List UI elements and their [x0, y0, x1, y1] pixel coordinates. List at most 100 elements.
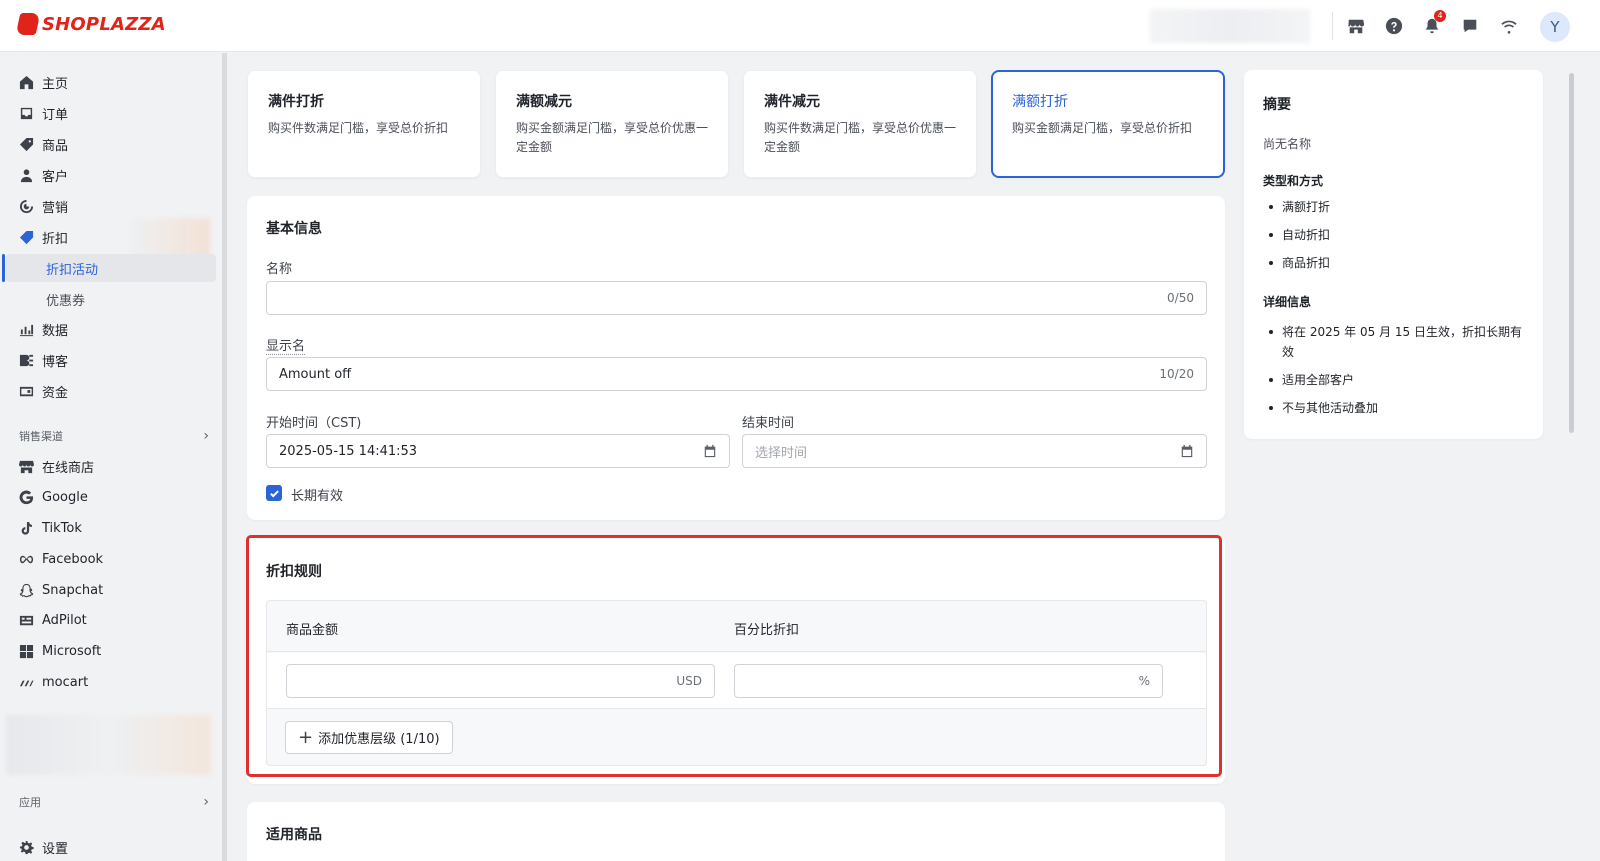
sidebar-item-label: 在线商店	[42, 460, 95, 476]
sales-channels-header[interactable]: 销售渠道 ›	[19, 428, 209, 444]
discount-type-desc: 购买金额满足门槛，享受总价优惠一定金额	[516, 121, 709, 154]
long-term-checkbox[interactable]	[266, 485, 282, 501]
blurred-sidebar-region-2	[6, 715, 211, 775]
sidebar-item-facebook[interactable]: Facebook	[0, 545, 216, 573]
gear-icon	[18, 839, 34, 855]
main-scrollbar[interactable]	[1568, 53, 1576, 861]
header-divider	[1332, 12, 1333, 40]
applicable-products-card: 适用商品	[247, 802, 1225, 861]
sidebar-item-label: 营销	[42, 200, 69, 216]
summary-detail-list: 将在 2025 年 05 月 15 日生效，折扣长期有效 适用全部客户 不与其他…	[1263, 322, 1528, 426]
discount-type-title: 满额打折	[1012, 94, 1068, 110]
sidebar-item-label: Google	[42, 489, 88, 505]
sidebar-item-label: Snapchat	[42, 582, 104, 598]
sidebar-item-label: 商品	[42, 138, 69, 154]
meta-icon	[18, 551, 34, 567]
store-icon	[18, 458, 34, 474]
snapchat-icon	[18, 582, 34, 598]
calendar-icon	[1180, 444, 1194, 458]
discount-type-card-selected[interactable]: 满额打折 购买金额满足门槛，享受总价折扣	[991, 70, 1225, 178]
long-term-label: 长期有效	[291, 489, 344, 504]
sidebar-item-label: 订单	[42, 107, 69, 123]
sidebar-item-label: 主页	[42, 76, 69, 92]
sidebar-item-customers[interactable]: 客户	[0, 161, 216, 189]
start-time-value: 2025-05-15 14:41:53	[279, 443, 418, 459]
sidebar-item-home[interactable]: 主页	[0, 68, 216, 96]
finance-icon	[18, 383, 34, 399]
scrollbar-thumb[interactable]	[1569, 73, 1574, 433]
name-counter: 0/50	[1167, 291, 1194, 305]
end-time-picker[interactable]: 选择时间	[742, 434, 1207, 468]
sidebar-item-marketing[interactable]: 营销	[0, 192, 216, 220]
list-item: 不与其他活动叠加	[1263, 398, 1528, 418]
person-icon	[18, 167, 34, 183]
sidebar-item-online-store[interactable]: 在线商店	[0, 452, 216, 480]
sidebar-item-label: 博客	[42, 354, 69, 370]
help-icon[interactable]	[1383, 15, 1405, 37]
list-item: 将在 2025 年 05 月 15 日生效，折扣长期有效	[1263, 322, 1528, 362]
sidebar-item-settings[interactable]: 设置	[0, 833, 216, 861]
sidebar-item-orders[interactable]: 订单	[0, 99, 216, 127]
sidebar-item-analytics[interactable]: 数据	[0, 315, 216, 343]
wifi-icon[interactable]	[1498, 15, 1520, 37]
chart-icon	[18, 321, 34, 337]
display-name-input[interactable]: Amount off 10/20	[266, 357, 1207, 391]
sidebar-item-label: 设置	[42, 841, 69, 857]
sidebar-scrollbar[interactable]	[222, 53, 227, 861]
sidebar-item-google[interactable]: Google	[0, 483, 216, 511]
start-time-picker[interactable]: 2025-05-15 14:41:53	[266, 434, 730, 468]
sidebar-item-tiktok[interactable]: TikTok	[0, 514, 216, 542]
store-icon[interactable]	[1345, 15, 1367, 37]
sidebar-item-label: mocart	[42, 674, 89, 690]
list-item: 满额打折	[1263, 197, 1528, 217]
sidebar-item-microsoft[interactable]: Microsoft	[0, 637, 216, 665]
sidebar-item-adpilot[interactable]: AdPilot	[0, 606, 216, 634]
end-time-placeholder: 选择时间	[755, 445, 808, 461]
display-name-label: 显示名	[266, 335, 306, 355]
sidebar-item-label: TikTok	[42, 520, 82, 536]
highlight-box	[246, 535, 1222, 777]
user-avatar[interactable]: Y	[1540, 12, 1570, 42]
summary-detail-heading: 详细信息	[1263, 295, 1312, 309]
sidebar-item-mocart[interactable]: mocart	[0, 668, 216, 696]
microsoft-icon	[18, 643, 34, 659]
home-icon	[18, 74, 34, 90]
discount-icon	[18, 229, 34, 245]
sidebar-item-blog[interactable]: 博客	[0, 346, 216, 374]
sidebar-item-label: Microsoft	[42, 643, 102, 659]
chat-icon[interactable]	[1459, 15, 1481, 37]
sidebar-item-label: 数据	[42, 323, 69, 339]
top-bar: SHOPLAZZA 4 Y	[0, 0, 1600, 52]
sidebar-item-finance[interactable]: 资金	[0, 377, 216, 405]
shoplazza-logo[interactable]: SHOPLAZZA	[15, 13, 166, 35]
sidebar-subitem-discount-campaigns[interactable]: 折扣活动	[2, 254, 216, 282]
discount-type-card[interactable]: 满额减元 购买金额满足门槛，享受总价优惠一定金额	[495, 70, 729, 178]
mocart-icon	[18, 674, 34, 690]
discount-type-desc: 购买金额满足门槛，享受总价折扣	[1012, 121, 1193, 135]
name-label: 名称	[266, 262, 293, 277]
sidebar-item-snapchat[interactable]: Snapchat	[0, 576, 216, 604]
name-input[interactable]: 0/50	[266, 281, 1207, 315]
sidebar-item-products[interactable]: 商品	[0, 130, 216, 158]
bell-icon[interactable]: 4	[1421, 10, 1446, 37]
orders-icon	[18, 105, 34, 121]
discount-type-desc: 购买件数满足门槛，享受总价优惠一定金额	[764, 121, 957, 154]
discount-type-card[interactable]: 满件打折 购买件数满足门槛，享受总价折扣	[247, 70, 481, 178]
sidebar-item-label: 资金	[42, 385, 69, 401]
summary-type-list: 满额打折 自动折扣 商品折扣	[1263, 197, 1528, 281]
apps-header[interactable]: 应用 ›	[19, 794, 209, 810]
summary-title: 摘要	[1263, 97, 1291, 113]
adpilot-icon	[18, 612, 34, 628]
marketing-icon	[18, 198, 34, 214]
discount-type-title: 满件减元	[764, 94, 820, 110]
sidebar-item-label: 客户	[42, 169, 69, 185]
discount-type-title: 满额减元	[516, 94, 572, 110]
chevron-right-icon: ›	[203, 794, 209, 810]
sidebar-item-label: AdPilot	[42, 612, 87, 628]
sidebar-subitem-coupons[interactable]: 优惠券	[6, 285, 216, 313]
discount-type-card[interactable]: 满件减元 购买件数满足门槛，享受总价优惠一定金额	[743, 70, 977, 178]
sales-channels-label: 销售渠道	[19, 430, 63, 443]
display-name-value: Amount off	[279, 366, 352, 382]
sidebar-item-label: 折扣	[42, 231, 69, 247]
sidebar-item-discounts[interactable]: 折扣	[0, 223, 216, 251]
